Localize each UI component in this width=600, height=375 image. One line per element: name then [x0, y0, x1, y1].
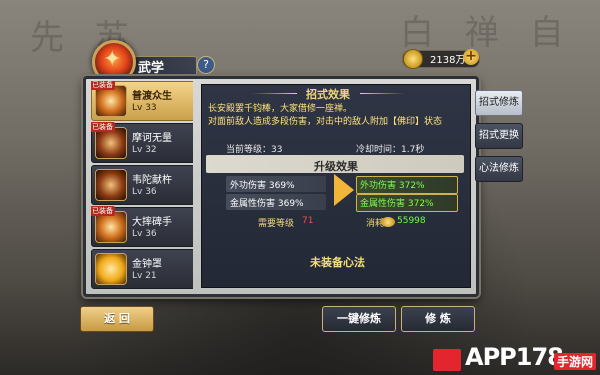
skill-level: Lv 36 [132, 229, 157, 239]
back-button[interactable]: 返 回 [80, 306, 154, 332]
metal-damage-after: 金属性伤害 372% [360, 199, 434, 209]
bg-char: 自 [529, 13, 574, 53]
skill-name: 大摔碑手 [132, 217, 172, 228]
skill-item[interactable]: 金钟罩 Lv 21 [91, 249, 193, 289]
cost-value: 55998 [397, 216, 426, 226]
metal-damage-before: 金属性伤害 369% [230, 199, 304, 209]
upgrade-header: 升级效果 [314, 160, 358, 173]
current-level: 当前等级：33 [226, 145, 283, 155]
watermark-sub-text: 手游网 [554, 353, 597, 370]
required-level-value: 71 [302, 216, 314, 226]
skill-level: Lv 21 [132, 271, 157, 281]
skill-item[interactable]: 已装备 普渡众生 Lv 33 [91, 81, 193, 121]
skill-name: 摩诃无量 [132, 133, 172, 144]
skill-description-line1: 长安殿罢千钧棒，大家借修一座禅。 [208, 104, 353, 114]
skill-item[interactable]: 韦陀献杵 Lv 36 [91, 165, 193, 205]
required-level-label: 需要等级 [258, 219, 295, 229]
currency-amount: 2138万 [430, 55, 466, 66]
skill-item[interactable]: 已装备 摩诃无量 Lv 32 [91, 122, 193, 163]
skill-name: 韦陀献杵 [132, 175, 172, 186]
help-button[interactable]: ? [197, 56, 215, 74]
page-title: 武学 [138, 61, 165, 76]
skill-name: 金钟罩 [132, 259, 162, 270]
tab-move-change[interactable]: 招式更换 [475, 123, 523, 149]
skill-name: 普渡众生 [132, 91, 172, 102]
skill-list[interactable]: 已装备 普渡众生 Lv 33 已装备 摩诃无量 Lv 32 韦陀献杵 Lv 36… [91, 81, 193, 289]
skill-level: Lv 32 [132, 145, 157, 155]
skill-icon [95, 253, 127, 285]
phys-damage-before: 外功伤害 369% [230, 181, 295, 191]
skill-level: Lv 33 [132, 103, 157, 113]
bg-char: 禅 [464, 13, 509, 53]
upgrade-arrow-icon [334, 174, 354, 206]
no-mind-method-text: 未装备心法 [310, 256, 365, 269]
cooldown: 冷却时间：1.7秒 [356, 145, 425, 155]
bg-char: 白 [400, 13, 444, 53]
effect-header: 招式效果 [306, 88, 350, 101]
skill-description-line2: 对面前敌人造成多段伤害，对击中的敌人附加【佛印】状态 [208, 117, 443, 127]
watermark: APP178 手游网 [433, 331, 598, 371]
equipped-badge: 已装备 [91, 122, 115, 132]
background-calligraphy: 白 禅 自 [400, 5, 574, 54]
tab-move-cultivation[interactable]: 招式修炼 [475, 90, 523, 116]
add-currency-button[interactable]: + [463, 49, 479, 65]
coin-icon [403, 49, 423, 69]
equipped-badge: 已装备 [91, 206, 115, 216]
bg-char: 先 [30, 18, 74, 58]
equipped-badge: 已装备 [91, 81, 115, 90]
skill-item[interactable]: 已装备 大摔碑手 Lv 36 [91, 206, 193, 247]
watermark-main-text: APP178 [465, 343, 564, 371]
watermark-logo-icon [433, 349, 461, 371]
tab-mind-cultivation[interactable]: 心法修炼 [475, 156, 523, 182]
header-divider [252, 93, 297, 94]
one-key-cultivate-button[interactable]: 一键修炼 [322, 306, 396, 332]
phys-damage-after: 外功伤害 372% [360, 181, 425, 191]
coin-icon [381, 217, 395, 227]
skill-level: Lv 36 [132, 187, 157, 197]
header-divider [360, 93, 405, 94]
skill-icon [95, 169, 127, 201]
cultivate-button[interactable]: 修 炼 [401, 306, 475, 332]
